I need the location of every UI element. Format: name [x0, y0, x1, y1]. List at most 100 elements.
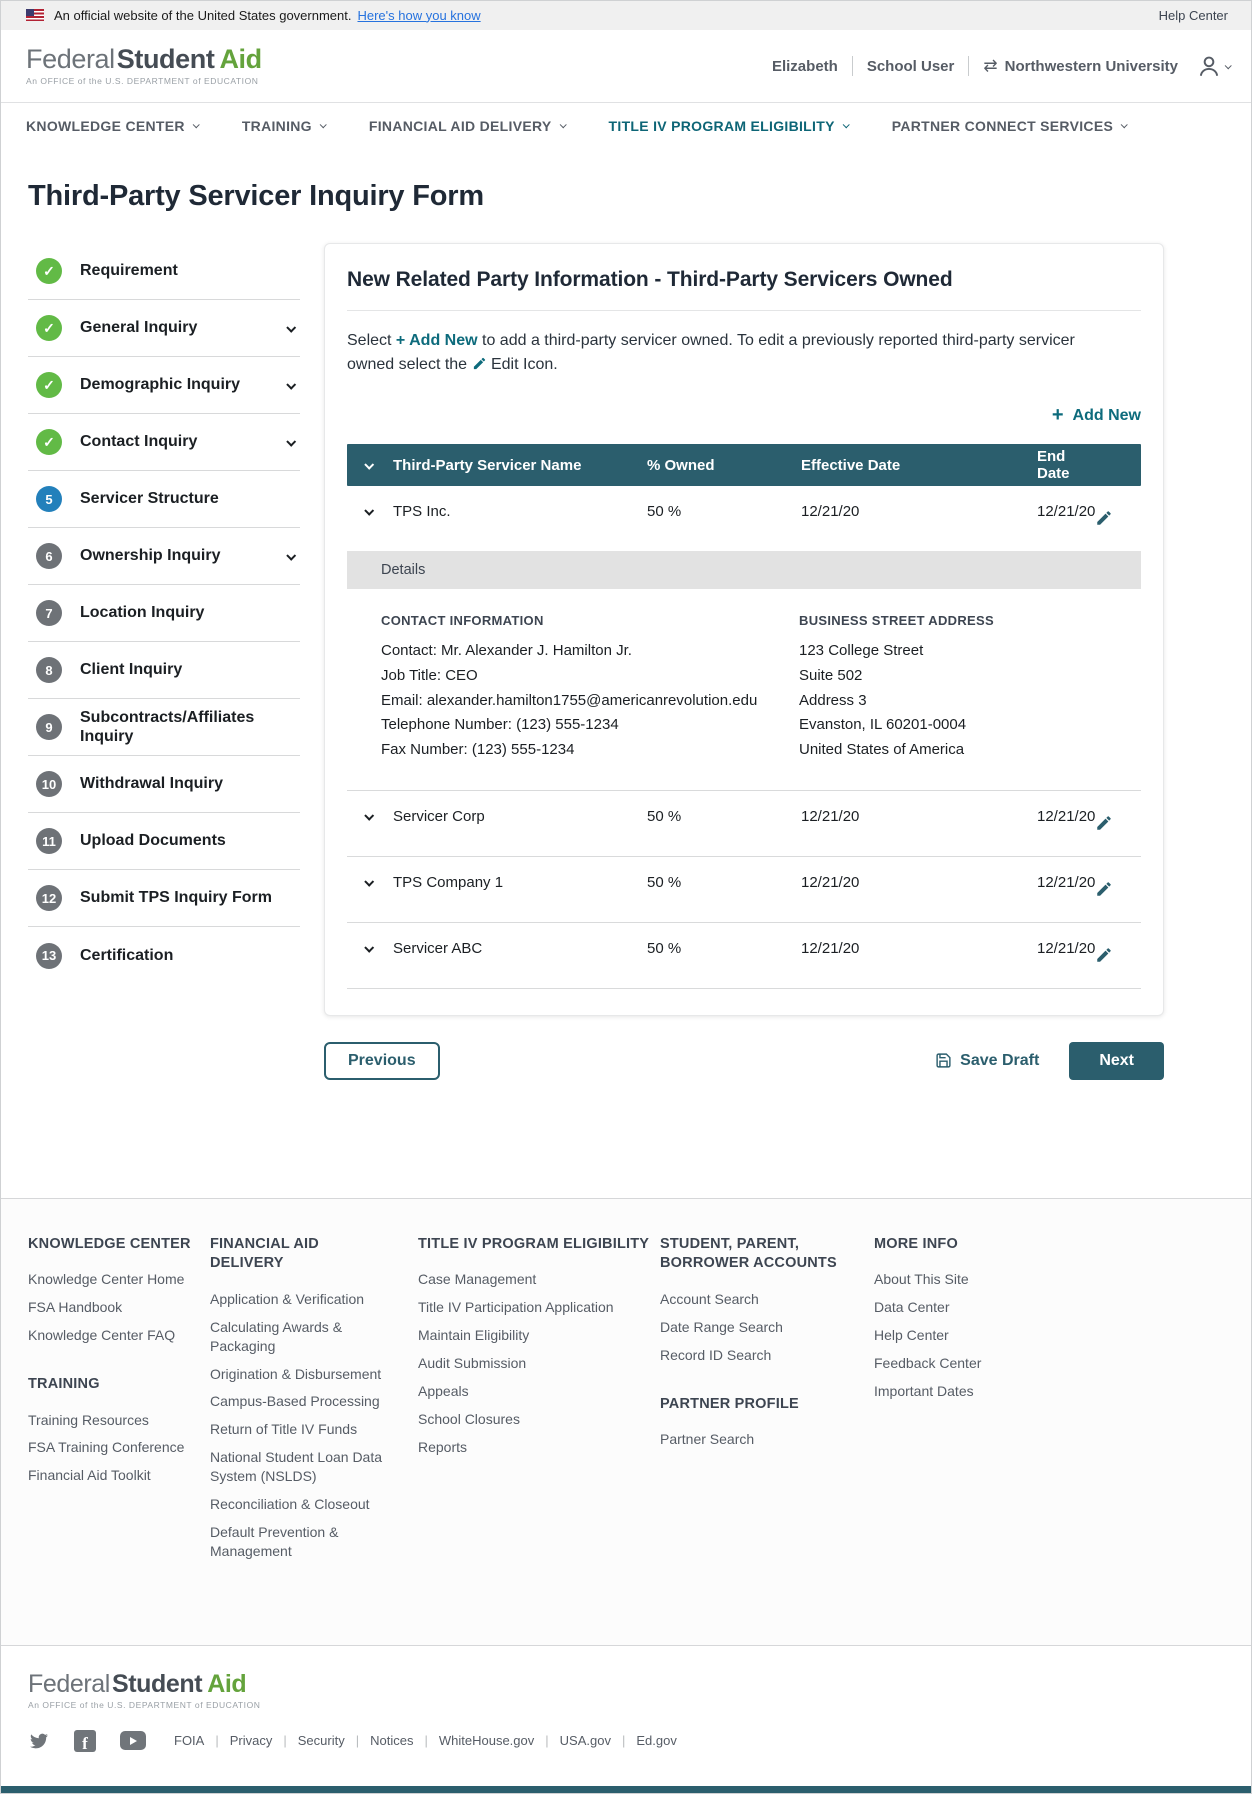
row-expand-chevron-icon[interactable] [364, 505, 375, 516]
footer-link[interactable]: Origination & Disbursement [210, 1365, 395, 1384]
sidebar-step-general-inquiry[interactable]: General Inquiry [28, 300, 300, 357]
next-button[interactable]: Next [1069, 1041, 1164, 1080]
edit-row-icon[interactable] [1095, 946, 1113, 964]
footer-link[interactable]: FSA Training Conference [28, 1438, 210, 1457]
chevron-down-icon[interactable] [364, 459, 375, 470]
footer-section-financial-aid-delivery: FINANCIAL AID DELIVERY Application & Ver… [210, 1235, 418, 1561]
edit-row-icon[interactable] [1095, 814, 1113, 832]
logo-word-federal: Federal [26, 44, 115, 74]
row-expand-chevron-icon[interactable] [364, 876, 375, 887]
chevron-down-icon [1120, 121, 1128, 129]
footer-link[interactable]: Appeals [418, 1382, 603, 1401]
footer-link[interactable]: Help Center [874, 1326, 981, 1345]
footer-link[interactable]: Calculating Awards & Packaging [210, 1318, 395, 1356]
add-new-button[interactable]: Add New [1052, 405, 1141, 426]
logo-word-student: Student [116, 44, 215, 74]
save-draft-button[interactable]: Save Draft [935, 1052, 1039, 1070]
bottom-link-usagov[interactable]: USA.gov [534, 1733, 611, 1748]
footer-link[interactable]: Reports [418, 1438, 603, 1457]
edit-row-icon[interactable] [1095, 509, 1113, 527]
footer-link[interactable]: Title IV Participation Application [418, 1298, 638, 1317]
sidebar-step-ownership-inquiry[interactable]: 6 Ownership Inquiry [28, 528, 300, 585]
footer-link[interactable]: About This Site [874, 1270, 981, 1289]
bottom-link-privacy[interactable]: Privacy [204, 1733, 273, 1748]
footer-heading: FINANCIAL AID DELIVERY [210, 1235, 319, 1272]
sidebar-step-certification[interactable]: 13 Certification [28, 927, 300, 984]
add-new-label: Add New [1072, 406, 1141, 424]
footer-link[interactable]: Case Management [418, 1270, 603, 1289]
bottom-link-edgov[interactable]: Ed.gov [611, 1733, 676, 1748]
footer-section-knowledge-center: KNOWLEDGE CENTER Knowledge Center Home F… [28, 1235, 210, 1345]
edit-row-icon[interactable] [1095, 880, 1113, 898]
footer-link[interactable]: Data Center [874, 1298, 981, 1317]
bottom-link-security[interactable]: Security [272, 1733, 345, 1748]
end-date: 12/21/20 [1037, 873, 1096, 891]
add-new-inline-link[interactable]: + Add New [396, 332, 478, 349]
sidebar-step-client-inquiry[interactable]: 8 Client Inquiry [28, 642, 300, 699]
sidebar-step-requirement[interactable]: Requirement [28, 243, 300, 300]
percent-owned: 50 % [647, 873, 682, 891]
footer-link[interactable]: Partner Search [660, 1430, 845, 1449]
address-line: Suite 502 [799, 666, 863, 684]
step-number-badge: 9 [36, 714, 62, 740]
nav-financial-aid-delivery[interactable]: FINANCIAL AID DELIVERY [369, 118, 567, 134]
sidebar-step-withdrawal-inquiry[interactable]: 10 Withdrawal Inquiry [28, 756, 300, 813]
divider [347, 987, 1141, 989]
sidebar-step-location-inquiry[interactable]: 7 Location Inquiry [28, 585, 300, 642]
sidebar-step-demographic-inquiry[interactable]: Demographic Inquiry [28, 357, 300, 414]
nav-title-iv-program-eligibility[interactable]: TITLE IV PROGRAM ELIGIBILITY [609, 118, 850, 134]
footer-link[interactable]: Important Dates [874, 1382, 981, 1401]
fsa-logo: FederalStudent Aid An OFFICE of the U.S. … [26, 44, 262, 87]
footer-link[interactable]: FSA Handbook [28, 1298, 210, 1317]
youtube-icon[interactable] [120, 1731, 146, 1751]
footer-link[interactable]: School Closures [418, 1410, 603, 1429]
sidebar-step-servicer-structure[interactable]: 5 Servicer Structure [28, 471, 300, 528]
bottom-accent-bar [0, 1785, 1252, 1794]
details-content: CONTACT INFORMATION Contact: Mr. Alexand… [347, 589, 1141, 790]
table-row: TPS Inc. 50 % 12/21/20 12/21/20 [347, 486, 1141, 551]
footer-link[interactable]: Reconciliation & Closeout [210, 1495, 395, 1514]
footer-link[interactable]: Feedback Center [874, 1354, 981, 1373]
how-you-know-link[interactable]: Here's how you know [357, 8, 480, 23]
check-icon [36, 429, 62, 455]
effective-date: 12/21/20 [801, 503, 860, 520]
footer-link[interactable]: Maintain Eligibility [418, 1326, 603, 1345]
form-steps-sidebar: Requirement General Inquiry Demographic … [28, 243, 300, 1016]
footer-link[interactable]: Record ID Search [660, 1346, 845, 1365]
nav-training[interactable]: TRAINING [242, 118, 327, 134]
bottom-link-whitehouse[interactable]: WhiteHouse.gov [413, 1733, 534, 1748]
row-expand-chevron-icon[interactable] [364, 942, 375, 953]
footer-link[interactable]: Campus-Based Processing [210, 1392, 395, 1411]
footer-link[interactable]: Date Range Search [660, 1318, 845, 1337]
bottom-link-notices[interactable]: Notices [345, 1733, 413, 1748]
footer-link[interactable]: Default Prevention & Management [210, 1523, 395, 1561]
sidebar-step-submit-tps-inquiry-form[interactable]: 12 Submit TPS Inquiry Form [28, 870, 300, 927]
sidebar-step-subcontracts-affiliates-inquiry[interactable]: 9 Subcontracts/Affiliates Inquiry [28, 699, 300, 756]
footer-link[interactable]: Knowledge Center FAQ [28, 1326, 210, 1345]
footer-link[interactable]: Account Search [660, 1290, 845, 1309]
bottom-link-foia[interactable]: FOIA [174, 1733, 204, 1748]
nav-partner-connect-services[interactable]: PARTNER CONNECT SERVICES [892, 118, 1128, 134]
footer-link[interactable]: Training Resources [28, 1411, 210, 1430]
row-expand-chevron-icon[interactable] [364, 810, 375, 821]
footer-link[interactable]: Application & Verification [210, 1290, 395, 1309]
footer-link[interactable]: Return of Title IV Funds [210, 1420, 395, 1439]
details-band: Details [347, 551, 1141, 589]
switch-organization-control[interactable]: Northwestern University [983, 56, 1178, 76]
previous-button[interactable]: Previous [324, 1041, 440, 1080]
footer-link[interactable]: Audit Submission [418, 1354, 603, 1373]
twitter-icon[interactable] [28, 1732, 50, 1750]
percent-owned: 50 % [647, 503, 682, 520]
footer-link[interactable]: Financial Aid Toolkit [28, 1466, 210, 1485]
footer-link[interactable]: Knowledge Center Home [28, 1270, 210, 1289]
step-label: Demographic Inquiry [80, 376, 241, 394]
organization-name: Northwestern University [1004, 57, 1178, 75]
footer-link[interactable]: National Student Loan Data System (NSLDS… [210, 1448, 395, 1486]
sidebar-step-upload-documents[interactable]: 11 Upload Documents [28, 813, 300, 870]
sidebar-step-contact-inquiry[interactable]: Contact Inquiry [28, 414, 300, 471]
nav-knowledge-center[interactable]: KNOWLEDGE CENTER [26, 118, 200, 134]
footer-column: STUDENT, PARENT, BORROWER ACCOUNTS Accou… [660, 1235, 874, 1591]
facebook-icon[interactable] [74, 1729, 96, 1752]
account-menu[interactable] [1196, 53, 1232, 79]
help-center-link[interactable]: Help Center [1159, 8, 1228, 23]
